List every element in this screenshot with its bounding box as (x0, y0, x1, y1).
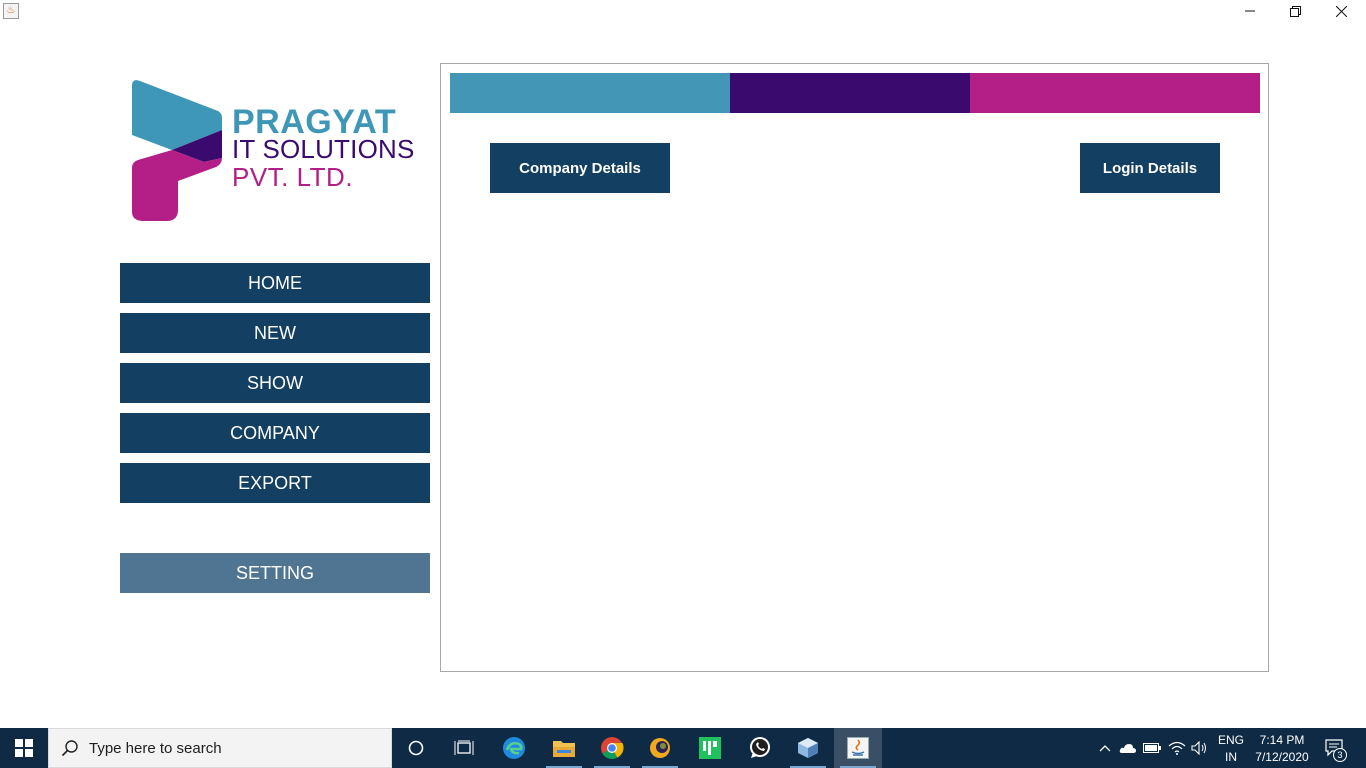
minimize-icon (1245, 10, 1255, 12)
virtualbox-button[interactable] (784, 728, 832, 768)
header-band-magenta (970, 73, 1260, 113)
close-button[interactable] (1318, 0, 1364, 22)
company-logo: PRAGYAT IT SOLUTIONS PVT. LTD. (128, 78, 428, 224)
network-tray-button[interactable] (1167, 738, 1187, 758)
clock-date[interactable]: 7/12/2020 (1250, 750, 1314, 764)
eclipse-button[interactable] (636, 728, 684, 768)
battery-icon (1143, 743, 1161, 753)
company-details-button[interactable]: Company Details (490, 143, 670, 193)
start-button[interactable] (0, 728, 48, 768)
export-button[interactable]: EXPORT (120, 463, 430, 503)
show-hidden-icons-button[interactable] (1095, 738, 1115, 758)
cortana-button[interactable] (392, 728, 440, 768)
input-language[interactable]: ENG (1214, 733, 1248, 747)
file-explorer-button[interactable] (540, 728, 588, 768)
company-button[interactable]: COMPANY (120, 413, 430, 453)
speaker-icon (1191, 741, 1206, 755)
virtualbox-icon (798, 738, 818, 758)
logo-mark-icon (132, 80, 222, 221)
application-window: ♨ PRAGYAT IT SOLUTIONS PVT. LTD. HOME NE… (0, 0, 1366, 768)
chrome-icon (601, 737, 624, 759)
show-button[interactable]: SHOW (120, 363, 430, 403)
onedrive-icon (1119, 744, 1136, 753)
edge-button[interactable] (490, 728, 538, 768)
logo-suffix: PVT. LTD. (232, 162, 354, 192)
wifi-icon (1168, 741, 1186, 755)
notification-count-badge: 3 (1333, 748, 1347, 762)
chevron-up-icon (1099, 745, 1111, 752)
restore-button[interactable] (1272, 0, 1318, 22)
whatsapp-icon (750, 737, 770, 758)
edge-icon (503, 737, 525, 759)
new-button[interactable]: NEW (120, 313, 430, 353)
login-details-button[interactable]: Login Details (1080, 143, 1220, 193)
file-explorer-icon (553, 741, 575, 757)
onedrive-tray-button[interactable] (1118, 738, 1138, 758)
input-region[interactable]: IN (1214, 750, 1248, 764)
windows-icon (15, 739, 33, 757)
intellij-button[interactable] (686, 728, 734, 768)
battery-tray-button[interactable] (1142, 738, 1162, 758)
header-band-purple (730, 73, 970, 113)
whatsapp-button[interactable] (736, 728, 784, 768)
eclipse-icon (650, 738, 670, 758)
search-icon (61, 738, 81, 758)
cortana-icon (408, 740, 424, 756)
task-view-button[interactable] (440, 728, 488, 768)
clock-time[interactable]: 7:14 PM (1250, 733, 1314, 747)
task-view-icon (454, 740, 474, 755)
minimize-button[interactable] (1227, 0, 1273, 22)
content-panel: Company Details Login Details (440, 63, 1269, 672)
java-app-button[interactable] (834, 728, 882, 768)
taskbar: Type here to search ENG IN 7:14 PM 7/12/… (0, 728, 1366, 768)
java-icon[interactable]: ♨ (3, 3, 19, 19)
title-bar: ♨ (0, 0, 1366, 22)
restore-icon (1289, 5, 1301, 17)
taskbar-search-box[interactable]: Type here to search (48, 728, 392, 768)
close-icon (1335, 5, 1347, 17)
volume-tray-button[interactable] (1190, 738, 1210, 758)
java-app-icon (847, 737, 869, 759)
logo-subtitle: IT SOLUTIONS (232, 134, 415, 164)
setting-button[interactable]: SETTING (120, 553, 430, 593)
search-placeholder: Type here to search (89, 739, 222, 757)
chrome-button[interactable] (588, 728, 636, 768)
header-band-teal (450, 73, 730, 113)
home-button[interactable]: HOME (120, 263, 430, 303)
intellij-icon (699, 737, 721, 759)
